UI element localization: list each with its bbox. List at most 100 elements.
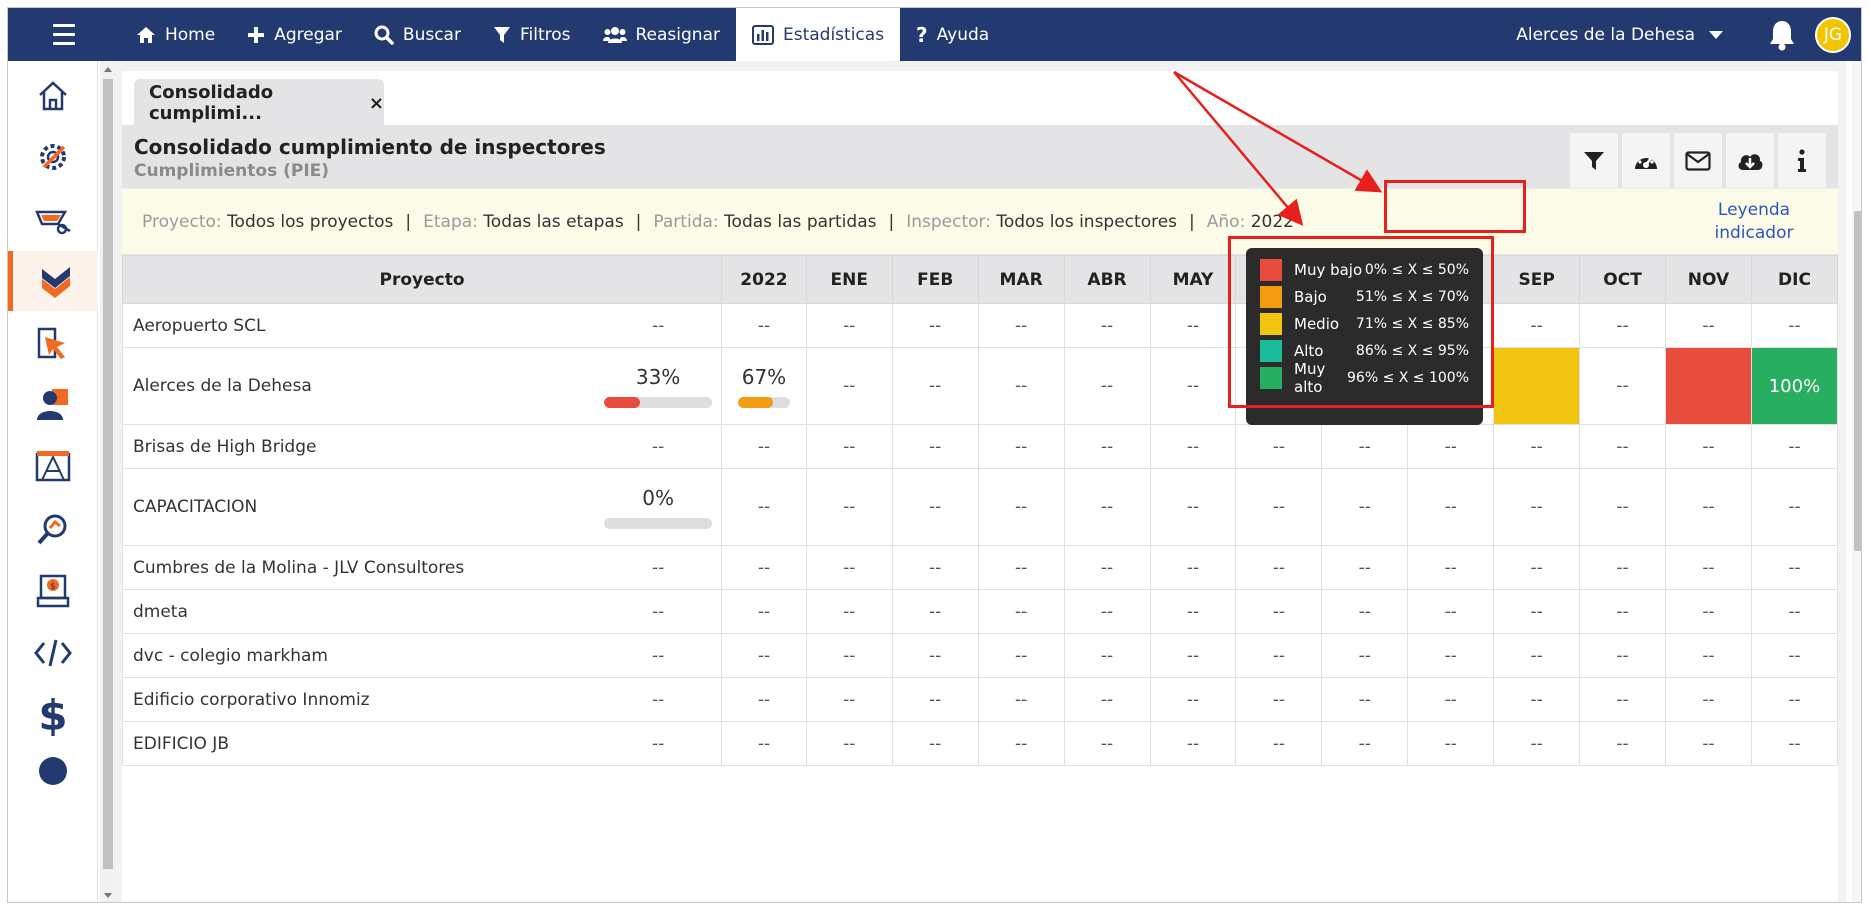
project-name-cell[interactable]: Alerces de la Dehesa 33% — [122, 347, 723, 425]
project-name-cell[interactable]: CAPACITACION 0% — [122, 468, 723, 546]
table-row[interactable]: EDIFICIO JB -- -- -- -- -- -- -- -- -- -- -- -- -- -- — [122, 721, 1838, 766]
sidebar-item-settings[interactable] — [8, 127, 98, 187]
empty-cell: -- — [1750, 424, 1838, 469]
month-cell-sep[interactable] — [1493, 347, 1581, 425]
column-header-2022[interactable]: 2022 — [721, 255, 807, 304]
project-selector[interactable]: Alerces de la Dehesa — [1516, 25, 1723, 45]
close-icon[interactable]: × — [369, 93, 384, 114]
column-header-may[interactable]: MAY — [1149, 255, 1237, 304]
nav-estadisticas[interactable]: Estadísticas — [735, 8, 901, 61]
empty-cell: -- — [805, 424, 893, 469]
report-header: Consolidado cumplimiento de inspectores … — [122, 125, 1838, 189]
sidebar-item-users[interactable] — [8, 375, 98, 435]
table-row[interactable]: Aeropuerto SCL--------------------------… — [122, 303, 1838, 348]
scroll-down-icon[interactable] — [104, 893, 112, 898]
empty-cell: -- — [1063, 589, 1151, 634]
email-button[interactable] — [1674, 133, 1722, 189]
column-header-oct[interactable]: OCT — [1579, 255, 1667, 304]
empty-cell: -- — [721, 468, 807, 546]
nav-agregar[interactable]: Agregar — [231, 8, 358, 61]
funnel-icon — [1584, 152, 1604, 170]
sidebar-item-help[interactable] — [8, 741, 98, 801]
empty-cell: -- — [1579, 633, 1667, 678]
download-button[interactable] — [1726, 133, 1774, 189]
empty-cell: -- — [1493, 303, 1581, 348]
column-header-nov[interactable]: NOV — [1665, 255, 1752, 304]
table-row[interactable]: Cumbres de la Molina - JLV Consultores --… — [122, 545, 1838, 590]
sidebar-item-home[interactable] — [8, 66, 98, 126]
project-total: -- — [651, 689, 665, 710]
column-header-dic[interactable]: DIC — [1750, 255, 1838, 304]
table-row[interactable]: Alerces de la Dehesa33%67%------------50… — [122, 347, 1838, 425]
magnifier-icon — [37, 514, 67, 545]
nav-reasignar[interactable]: Reasignar — [587, 8, 736, 61]
empty-cell: -- — [1579, 347, 1667, 425]
column-header-sep[interactable]: SEP — [1493, 255, 1581, 304]
column-header-ene[interactable]: ENE — [805, 255, 893, 304]
blueprint-icon — [35, 451, 71, 482]
sidebar-scroll-thumb[interactable] — [103, 79, 113, 869]
column-header-mar[interactable]: MAR — [977, 255, 1065, 304]
sidebar-item-wheelbarrow[interactable] — [8, 189, 98, 249]
legend-indicator-link[interactable]: Leyenda indicador — [1690, 199, 1818, 245]
sidebar-item-plans[interactable] — [8, 437, 98, 497]
nav-home[interactable]: Home — [120, 8, 231, 61]
info-button[interactable] — [1778, 133, 1826, 189]
compliance-table-wrapper: Proyecto2022ENEFEBMARABRMAYJUNJULAGOSEPO… — [122, 255, 1838, 902]
empty-cell: -- — [977, 468, 1065, 546]
bar-chart-icon — [751, 24, 774, 45]
project-name-cell[interactable]: dmeta -- — [122, 589, 723, 634]
table-row[interactable]: Edificio corporativo Innomiz -- -- -- -- -- --… — [122, 677, 1838, 722]
scroll-up-icon[interactable] — [104, 67, 112, 72]
sidebar-item-code[interactable] — [8, 623, 98, 683]
sidebar-item-payments[interactable]: $ — [8, 561, 98, 621]
month-cell-nov[interactable] — [1665, 347, 1752, 425]
nav-filtros[interactable]: Filtros — [477, 8, 587, 61]
empty-cell: -- — [1235, 633, 1323, 678]
table-row[interactable]: Brisas de High Bridge -- -- -- -- -- -- -- -- -- -… — [122, 424, 1838, 469]
menu-button[interactable] — [8, 8, 120, 61]
project-name-cell[interactable]: EDIFICIO JB -- — [122, 721, 723, 766]
column-header-abr[interactable]: ABR — [1063, 255, 1151, 304]
empty-cell: -- — [1321, 468, 1409, 546]
empty-cell: -- — [1063, 347, 1151, 425]
empty-cell: -- — [721, 303, 807, 348]
empty-cell: -- — [1321, 721, 1409, 766]
empty-cell: -- — [1149, 677, 1237, 722]
table-row[interactable]: CAPACITACION 0% -- -- -- -- -- -- -- -- -- -- -- -- -- — [122, 468, 1838, 546]
page-scroll-thumb[interactable] — [1854, 211, 1861, 551]
column-header-feb[interactable]: FEB — [891, 255, 979, 304]
column-header-proyecto[interactable]: Proyecto — [122, 255, 723, 304]
empty-cell: -- — [1665, 589, 1752, 634]
project-name-cell[interactable]: Brisas de High Bridge -- — [122, 424, 723, 469]
project-total: -- — [651, 557, 665, 578]
notifications-button[interactable] — [1767, 19, 1797, 51]
tab-consolidado[interactable]: Consolidado cumplimi... × — [134, 79, 384, 127]
sidebar-item-transfer[interactable] — [8, 313, 98, 373]
project-name-cell[interactable]: Edificio corporativo Innomiz -- — [122, 677, 723, 722]
sidebar-scrollbar[interactable] — [100, 61, 116, 902]
project-name-cell[interactable]: Cumbres de la Molina - JLV Consultores -- — [122, 545, 723, 590]
svg-text:$: $ — [50, 582, 56, 592]
nav-ayuda[interactable]: ? Ayuda — [900, 8, 1005, 61]
empty-cell: -- — [1149, 721, 1237, 766]
filter-proyecto-label: Proyecto: — [142, 211, 222, 232]
sidebar-item-finance[interactable]: $ — [8, 685, 98, 745]
nav-buscar-label: Buscar — [402, 24, 461, 45]
project-name-cell[interactable]: dvc - colegio markham -- — [122, 633, 723, 678]
month-cell-dic[interactable]: 100% — [1750, 347, 1838, 425]
sidebar-item-inspections[interactable] — [8, 251, 98, 311]
empty-cell: -- — [1493, 721, 1581, 766]
avatar[interactable]: JG — [1815, 16, 1851, 53]
page-scrollbar[interactable] — [1852, 61, 1861, 902]
dashboard-button[interactable] — [1622, 133, 1670, 189]
filter-button[interactable] — [1570, 133, 1618, 189]
tab-strip: Consolidado cumplimi... × — [122, 71, 1838, 127]
empty-cell: -- — [891, 677, 979, 722]
sidebar-item-search[interactable] — [8, 499, 98, 559]
table-row[interactable]: dmeta -- -- -- -- -- -- -- -- -- -- -- -- -- -- — [122, 589, 1838, 634]
empty-cell: -- — [1665, 468, 1752, 546]
project-name-cell[interactable]: Aeropuerto SCL -- — [122, 303, 723, 348]
table-row[interactable]: dvc - colegio markham -- -- -- -- -- -- -- -- -- -… — [122, 633, 1838, 678]
nav-buscar[interactable]: Buscar — [358, 8, 477, 61]
